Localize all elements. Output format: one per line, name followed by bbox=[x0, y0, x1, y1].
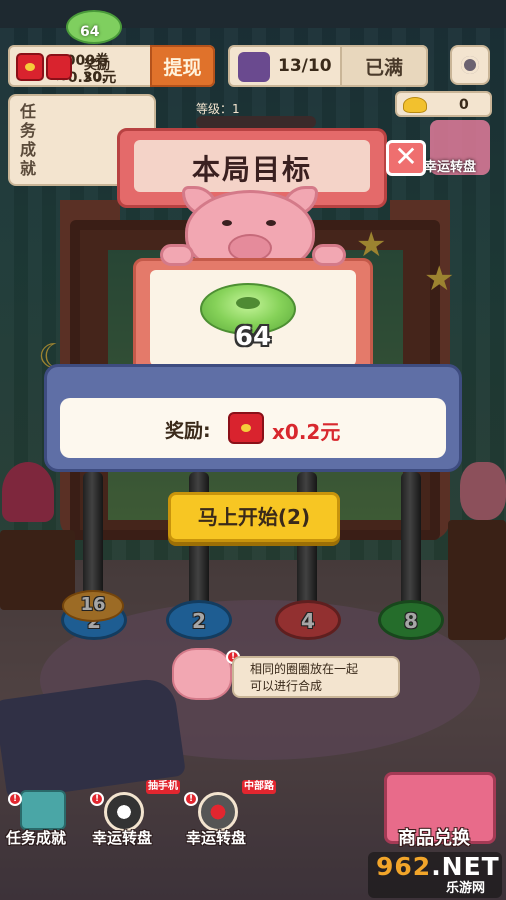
bottom-nav-lucky-wheel-2[interactable]: 幸运转盘 bbox=[186, 827, 246, 848]
alert-dot-icon: ! bbox=[8, 792, 22, 806]
reward-label: 奖励: bbox=[165, 420, 211, 442]
red-envelope-icon bbox=[16, 53, 44, 81]
hint-pig-icon bbox=[172, 648, 232, 700]
donut-hole bbox=[236, 297, 260, 309]
task-title-char: 成 bbox=[20, 140, 37, 159]
settings-gear-icon[interactable] bbox=[450, 45, 490, 85]
hint-text: 相同的圈圈放在一起 bbox=[250, 662, 359, 676]
joystick-icon[interactable] bbox=[198, 792, 238, 832]
mini-reward-value: x0. bbox=[84, 70, 107, 85]
gold-ingot-icon bbox=[403, 97, 427, 113]
task-title-char: 就 bbox=[20, 159, 37, 178]
task-book-icon[interactable] bbox=[20, 790, 66, 830]
energy-icon bbox=[238, 52, 270, 82]
pig-hoof bbox=[160, 244, 194, 266]
red-envelope-icon bbox=[46, 54, 72, 80]
lucky-wheel-icon[interactable] bbox=[104, 792, 144, 832]
level-label: 等级：1 bbox=[196, 102, 240, 116]
task-panel-title: 任 务 成 就 bbox=[20, 102, 40, 178]
energy-status: 已满 bbox=[340, 45, 428, 87]
watermark-number: 962 bbox=[376, 852, 432, 881]
hint-text: 可以进行合成 bbox=[250, 679, 323, 693]
task-title-char: 务 bbox=[20, 121, 37, 140]
shop-exchange-label: 商品兑换 bbox=[398, 828, 470, 849]
pig-eye bbox=[222, 220, 232, 226]
level-progress-bar bbox=[196, 116, 316, 128]
gold-counter: 0 bbox=[395, 91, 492, 117]
alert-dot-icon: ! bbox=[184, 792, 198, 806]
withdraw-button[interactable]: 提现 bbox=[150, 45, 215, 87]
watermark-site-name: 乐游网 bbox=[446, 881, 486, 896]
reward-value: x0.2元 bbox=[272, 420, 341, 444]
prize-tag: 中部路 bbox=[242, 780, 276, 794]
pig-eye bbox=[266, 220, 276, 226]
game-screen: ★ ★ ☾ 2248 16 3000券 ≈0.30元 提现 13/10 已满 0… bbox=[0, 0, 506, 900]
modal-title: 本局目标 bbox=[191, 153, 312, 186]
mini-target-number: 64 bbox=[80, 24, 100, 40]
target-number: 64 bbox=[234, 322, 272, 352]
energy-value: 13/10 bbox=[278, 56, 332, 76]
gold-value: 0 bbox=[459, 97, 469, 113]
bottom-nav-lucky-wheel[interactable]: 幸运转盘 bbox=[92, 827, 152, 848]
task-title-char: 任 bbox=[20, 102, 37, 121]
start-button[interactable]: 马上开始(2) bbox=[168, 492, 340, 542]
lucky-wheel-shortcut-label: 幸运转盘 bbox=[424, 160, 477, 175]
prize-tag: 抽手机 bbox=[146, 780, 180, 794]
red-envelope-icon bbox=[228, 412, 264, 444]
close-icon[interactable]: ✕ bbox=[386, 140, 426, 176]
pig-hoof bbox=[312, 244, 346, 266]
alert-dot-icon: ! bbox=[90, 792, 104, 806]
bottom-nav-tasks[interactable]: 任务成就 bbox=[6, 827, 66, 848]
